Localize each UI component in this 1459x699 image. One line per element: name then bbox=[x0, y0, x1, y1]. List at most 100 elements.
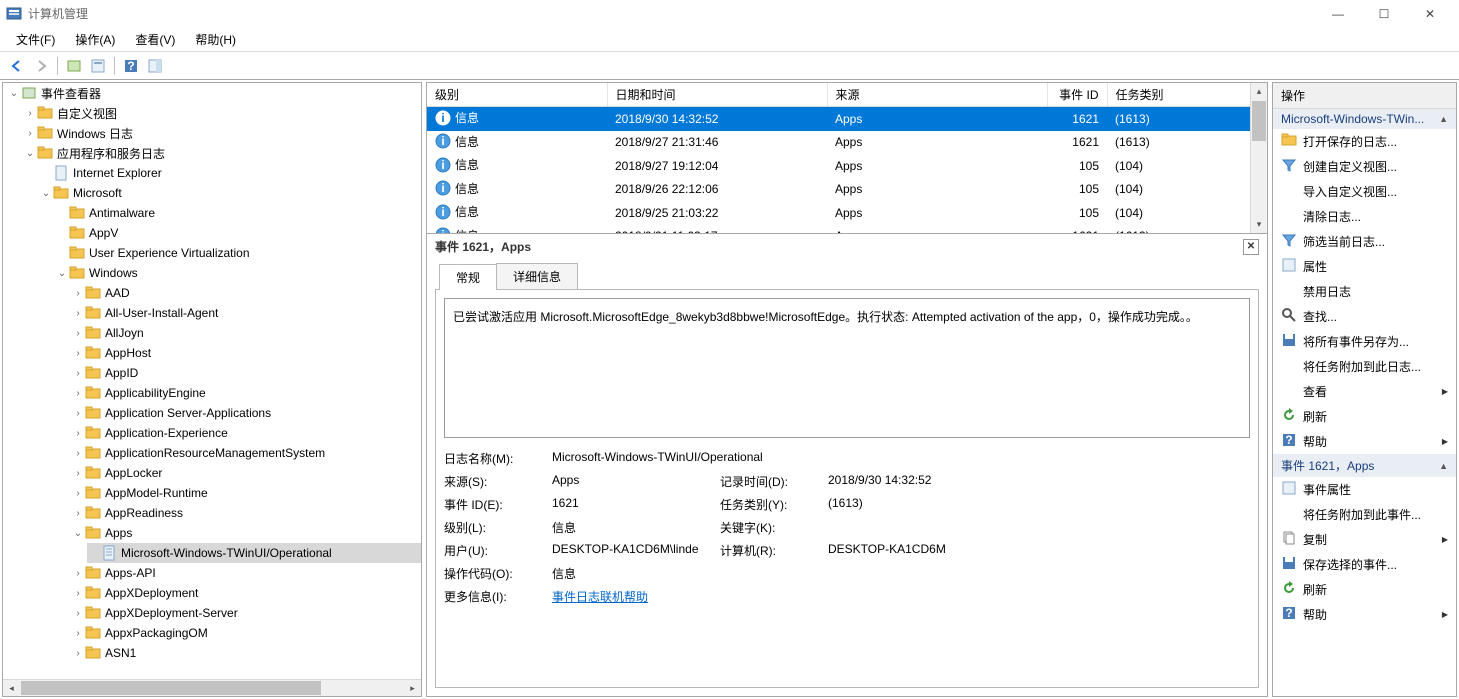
menu-help[interactable]: 帮助(H) bbox=[185, 29, 246, 50]
tab-details[interactable]: 详细信息 bbox=[496, 263, 578, 289]
menu-file[interactable]: 文件(F) bbox=[6, 29, 65, 50]
tree-item[interactable]: ›Application Server-Applications bbox=[71, 403, 421, 423]
tree-item[interactable]: ›ApplicabilityEngine bbox=[71, 383, 421, 403]
tree-app-service-logs[interactable]: ⌄应用程序和服务日志 bbox=[23, 143, 421, 163]
tree-item[interactable]: ⌄Apps bbox=[71, 523, 421, 543]
actions-section-event[interactable]: 事件 1621，Apps▲ bbox=[1273, 454, 1456, 477]
tree-event-viewer[interactable]: ⌄事件查看器 bbox=[7, 83, 421, 103]
action-item[interactable]: 筛选当前日志... bbox=[1273, 229, 1456, 254]
collapse-icon[interactable]: ⌄ bbox=[23, 148, 37, 159]
action-item[interactable]: 创建自定义视图... bbox=[1273, 154, 1456, 179]
minimize-button[interactable]: — bbox=[1315, 0, 1361, 28]
scroll-down-button[interactable]: ▾ bbox=[1251, 216, 1267, 233]
expand-icon[interactable]: › bbox=[71, 568, 85, 579]
tree-item[interactable]: ›AppXDeployment bbox=[71, 583, 421, 603]
tree-item[interactable]: ›All-User-Install-Agent bbox=[71, 303, 421, 323]
column-eventid[interactable]: 事件 ID bbox=[1047, 83, 1107, 107]
column-datetime[interactable]: 日期和时间 bbox=[607, 83, 827, 107]
tree-custom-views[interactable]: ›自定义视图 bbox=[23, 103, 421, 123]
collapse-icon[interactable]: ⌄ bbox=[7, 88, 21, 99]
column-level[interactable]: 级别 bbox=[427, 83, 607, 107]
expand-icon[interactable]: › bbox=[71, 288, 85, 299]
action-item[interactable]: 将任务附加到此事件... bbox=[1273, 502, 1456, 527]
action-item[interactable]: 刷新 bbox=[1273, 577, 1456, 602]
tab-general[interactable]: 常规 bbox=[439, 264, 497, 290]
expand-icon[interactable]: › bbox=[71, 308, 85, 319]
action-item[interactable]: 事件属性 bbox=[1273, 477, 1456, 502]
tree-item[interactable]: ›AllJoyn bbox=[71, 323, 421, 343]
expand-icon[interactable]: › bbox=[23, 108, 37, 119]
expand-icon[interactable]: › bbox=[71, 388, 85, 399]
expand-icon[interactable]: › bbox=[71, 468, 85, 479]
collapse-icon[interactable]: ⌄ bbox=[55, 268, 69, 279]
tree-item[interactable]: ›Apps-API bbox=[71, 563, 421, 583]
column-source[interactable]: 来源 bbox=[827, 83, 1047, 107]
tree-ie[interactable]: Internet Explorer bbox=[39, 163, 421, 183]
tree-item[interactable]: ›AppModel-Runtime bbox=[71, 483, 421, 503]
tree-microsoft[interactable]: ⌄Microsoft bbox=[39, 183, 421, 203]
scroll-up-button[interactable]: ▴ bbox=[1251, 83, 1267, 100]
collapse-icon[interactable]: ▲ bbox=[1439, 114, 1448, 124]
maximize-button[interactable]: ☐ bbox=[1361, 0, 1407, 28]
expand-icon[interactable]: › bbox=[71, 448, 85, 459]
tree-item[interactable]: ›AppHost bbox=[71, 343, 421, 363]
expand-icon[interactable]: › bbox=[71, 588, 85, 599]
event-row[interactable]: i信息2018/9/27 19:12:04Apps105(104) bbox=[427, 154, 1267, 178]
scroll-left-button[interactable]: ◂ bbox=[3, 680, 20, 696]
action-item[interactable]: 查找... bbox=[1273, 304, 1456, 329]
expand-icon[interactable]: › bbox=[71, 368, 85, 379]
tree-windows-folder[interactable]: ⌄Windows bbox=[55, 263, 421, 283]
close-button[interactable]: ✕ bbox=[1407, 0, 1453, 28]
action-item[interactable]: 打开保存的日志... bbox=[1273, 129, 1456, 154]
back-button[interactable] bbox=[6, 55, 28, 77]
tree-item[interactable]: ›ASN1 bbox=[71, 643, 421, 663]
scroll-right-button[interactable]: ▸ bbox=[404, 680, 421, 696]
expand-icon[interactable]: › bbox=[71, 428, 85, 439]
action-item[interactable]: ?帮助▶ bbox=[1273, 429, 1456, 454]
collapse-icon[interactable]: ⌄ bbox=[39, 188, 53, 199]
event-row[interactable]: i信息2018/9/21 11:03:17Apps1621(1613) bbox=[427, 225, 1267, 234]
tree-horizontal-scrollbar[interactable]: ◂ ▸ bbox=[3, 679, 421, 696]
more-info-link[interactable]: 事件日志联机帮助 bbox=[552, 590, 648, 604]
action-item[interactable]: 复制▶ bbox=[1273, 527, 1456, 552]
action-item[interactable]: 禁用日志 bbox=[1273, 279, 1456, 304]
expand-icon[interactable]: › bbox=[71, 628, 85, 639]
action-item[interactable]: 查看▶ bbox=[1273, 379, 1456, 404]
expand-icon[interactable]: › bbox=[71, 328, 85, 339]
tree-item[interactable]: ›AppLocker bbox=[71, 463, 421, 483]
action-pane-button[interactable] bbox=[144, 55, 166, 77]
event-row[interactable]: i信息2018/9/26 22:12:06Apps105(104) bbox=[427, 178, 1267, 202]
action-item[interactable]: 清除日志... bbox=[1273, 204, 1456, 229]
action-item[interactable]: ?帮助▶ bbox=[1273, 602, 1456, 627]
tree-item[interactable]: ›ApplicationResourceManagementSystem bbox=[71, 443, 421, 463]
expand-icon[interactable]: › bbox=[71, 408, 85, 419]
column-taskcat[interactable]: 任务类别 bbox=[1107, 83, 1267, 107]
tree-item[interactable]: User Experience Virtualization bbox=[55, 243, 421, 263]
navigation-tree[interactable]: ⌄事件查看器 ›自定义视图 ›Windows 日志 ⌄应用程序和服务日志 Int… bbox=[3, 83, 421, 663]
action-item[interactable]: 导入自定义视图... bbox=[1273, 179, 1456, 204]
tree-item[interactable]: ›AppID bbox=[71, 363, 421, 383]
detail-close-button[interactable]: ✕ bbox=[1243, 239, 1259, 255]
collapse-icon[interactable]: ▲ bbox=[1439, 461, 1448, 471]
help-button[interactable]: ? bbox=[120, 55, 142, 77]
forward-button[interactable] bbox=[30, 55, 52, 77]
event-row[interactable]: i信息2018/9/25 21:03:22Apps105(104) bbox=[427, 201, 1267, 225]
scroll-thumb[interactable] bbox=[1252, 101, 1266, 141]
action-item[interactable]: 将任务附加到此日志... bbox=[1273, 354, 1456, 379]
events-list[interactable]: 级别 日期和时间 来源 事件 ID 任务类别 i信息2018/9/30 14:3… bbox=[427, 83, 1267, 233]
actions-section-log[interactable]: Microsoft-Windows-TWin...▲ bbox=[1273, 109, 1456, 129]
expand-icon[interactable]: › bbox=[71, 608, 85, 619]
collapse-icon[interactable]: ⌄ bbox=[71, 528, 85, 539]
event-row[interactable]: i信息2018/9/27 21:31:46Apps1621(1613) bbox=[427, 131, 1267, 155]
action-item[interactable]: 属性 bbox=[1273, 254, 1456, 279]
expand-icon[interactable]: › bbox=[71, 348, 85, 359]
properties-button[interactable] bbox=[87, 55, 109, 77]
menu-view[interactable]: 查看(V) bbox=[125, 29, 185, 50]
event-row[interactable]: i信息2018/9/30 14:32:52Apps1621(1613) bbox=[427, 107, 1267, 131]
menu-action[interactable]: 操作(A) bbox=[65, 29, 125, 50]
action-item[interactable]: 保存选择的事件... bbox=[1273, 552, 1456, 577]
tree-item[interactable]: ›AppReadiness bbox=[71, 503, 421, 523]
expand-icon[interactable]: › bbox=[71, 648, 85, 659]
tree-item[interactable]: ›AppxPackagingOM bbox=[71, 623, 421, 643]
expand-icon[interactable]: › bbox=[71, 488, 85, 499]
